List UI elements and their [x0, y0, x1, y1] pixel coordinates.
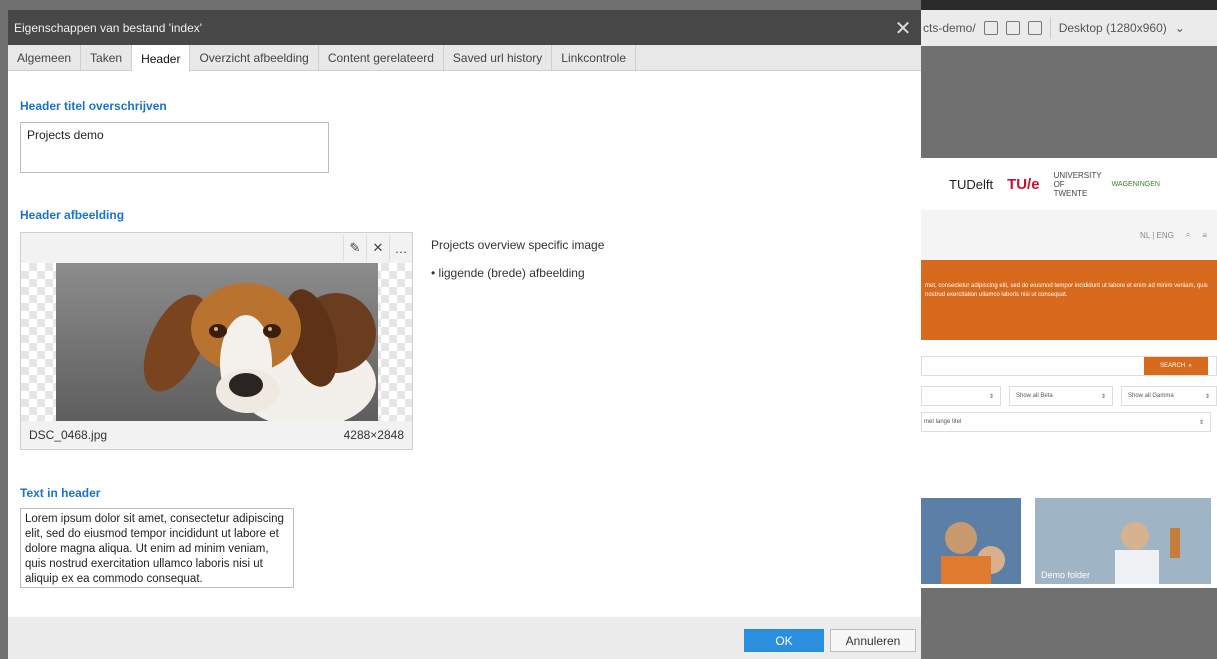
tab-taken[interactable]: Taken: [81, 45, 133, 71]
preview-tile[interactable]: [921, 498, 1021, 584]
image-dimensions: 4288×2848: [343, 428, 404, 442]
wageningen-logo: WAGENINGEN: [1111, 180, 1160, 188]
close-icon[interactable]: ✕: [889, 14, 917, 42]
tab-content-gerelateerd[interactable]: Content gerelateerd: [319, 45, 444, 71]
more-icon[interactable]: …: [389, 235, 412, 261]
preview-select[interactable]: met lange titel ⇕: [921, 412, 1211, 432]
tile-image: [941, 522, 1005, 584]
filter-select[interactable]: Show all Beta ⇕: [1009, 386, 1113, 406]
preview-toolbar: cts-demo/ Desktop (1280x960) ⌄: [915, 10, 1217, 46]
text-in-header-textarea[interactable]: Lorem ipsum dolor sit amet, consectetur …: [20, 508, 294, 588]
partner-logos: TUDelft TU/e UNIVERSITY OF TWENTE WAGENI…: [921, 158, 1217, 210]
header-image-label: Header afbeelding: [20, 208, 125, 222]
twente-logo: UNIVERSITY OF TWENTE: [1053, 170, 1102, 198]
tab-algemeen[interactable]: Algemeen: [8, 45, 82, 71]
header-title-label: Header titel overschrijven: [20, 99, 167, 113]
preview-tile[interactable]: Demo folder: [1035, 498, 1211, 584]
chevron-down-icon[interactable]: ⌄: [1175, 21, 1185, 35]
preview-search: SEARCH ⌕: [921, 356, 1217, 376]
preview-filters: ⇕ Show all Beta ⇕ Show all Gamma ⇕: [921, 386, 1217, 408]
external-link-icon[interactable]: [1027, 21, 1042, 35]
dialog-footer: OK Annuleren: [8, 617, 921, 659]
properties-dialog: Eigenschappen van bestand 'index' ✕ Alge…: [8, 10, 921, 659]
copy-icon[interactable]: [983, 21, 998, 35]
tue-logo: TU/e: [1007, 175, 1040, 193]
search-icon[interactable]: ⌕: [1186, 230, 1190, 240]
image-picker: ✎ ✕ … DSC_0468.jpg 4288×2848: [20, 232, 413, 450]
cancel-button[interactable]: Annuleren: [830, 629, 916, 652]
preview-hero: met, consectetur adipiscing elit, sed do…: [921, 260, 1217, 340]
language-switch[interactable]: NL | ENG: [1140, 231, 1174, 240]
background-strip: [921, 0, 1217, 10]
preview-nav: NL | ENG ⌕ ≡: [921, 210, 1217, 260]
tab-header[interactable]: Header: [132, 45, 191, 72]
preview-page: TUDelft TU/e UNIVERSITY OF TWENTE WAGENI…: [921, 158, 1217, 588]
preview-path[interactable]: cts-demo/: [923, 21, 976, 35]
dialog-titlebar: Eigenschappen van bestand 'index' ✕: [8, 10, 921, 45]
dog-photo: [56, 263, 378, 421]
tile-caption: Demo folder: [1041, 570, 1091, 580]
tab-bar: Algemeen Taken Header Overzicht afbeeldi…: [8, 45, 921, 72]
remove-icon[interactable]: ✕: [366, 235, 389, 261]
image-preview[interactable]: [21, 263, 412, 421]
tab-overzicht-afbeelding[interactable]: Overzicht afbeelding: [190, 45, 319, 71]
tab-linkcontrole[interactable]: Linkcontrole: [552, 45, 637, 71]
qr-code-icon[interactable]: [1005, 21, 1020, 35]
tab-saved-url-history[interactable]: Saved url history: [444, 45, 553, 71]
beagle-image: [56, 263, 378, 421]
image-filename: DSC_0468.jpg: [29, 428, 108, 442]
divider: [1049, 17, 1051, 39]
preview-search-button[interactable]: SEARCH ⌕: [1144, 357, 1208, 375]
viewport-select[interactable]: Desktop (1280x960): [1059, 21, 1167, 35]
image-toolbar: ✎ ✕ …: [21, 233, 412, 263]
pencil-icon[interactable]: ✎: [343, 235, 366, 261]
filter-select[interactable]: ⇕: [921, 386, 1001, 406]
image-info: DSC_0468.jpg 4288×2848: [21, 421, 412, 449]
ok-button[interactable]: OK: [744, 629, 824, 652]
image-hint: • liggende (brede) afbeelding: [431, 266, 585, 280]
header-title-input[interactable]: Projects demo: [20, 122, 329, 173]
menu-icon[interactable]: ≡: [1202, 231, 1207, 240]
text-in-header-label: Text in header: [20, 486, 101, 500]
tudelft-logo: TUDelft: [949, 176, 994, 192]
dialog-title: Eigenschappen van bestand 'index': [14, 20, 203, 35]
filter-select[interactable]: Show all Gamma ⇕: [1121, 386, 1217, 406]
image-description: Projects overview specific image: [431, 238, 605, 252]
